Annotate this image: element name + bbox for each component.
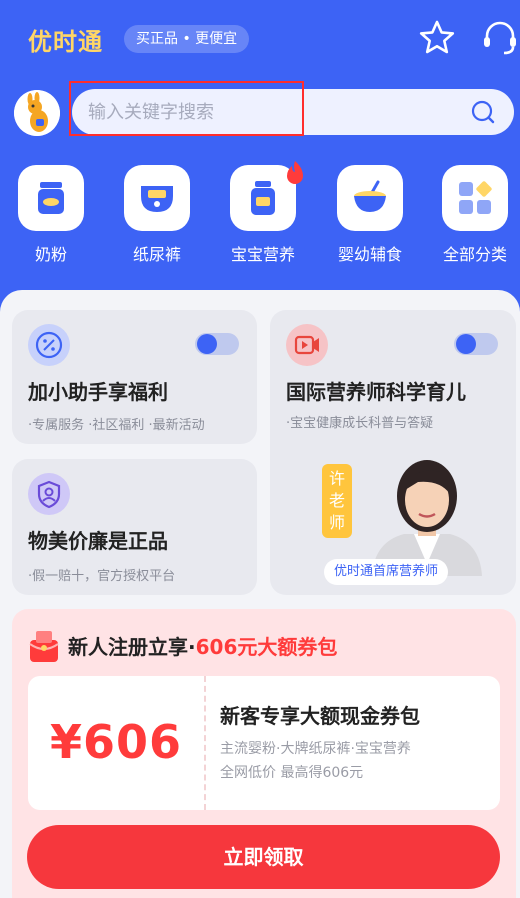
claim-button[interactable]: 立即领取 bbox=[27, 825, 500, 889]
card-title: 加小助手享福利 bbox=[28, 380, 168, 404]
coupon-title: 新客专享大额现金券包 bbox=[220, 704, 420, 728]
card-subtitle: ·假一赔十，官方授权平台 bbox=[28, 569, 176, 584]
brand-logo: 优时通 bbox=[28, 28, 103, 56]
card-title: 国际营养师科学育儿 bbox=[286, 380, 466, 404]
card-subtitle: ·宝宝健康成长科普与答疑 bbox=[286, 416, 434, 431]
category-label: 纸尿裤 bbox=[132, 245, 181, 264]
video-icon bbox=[286, 324, 328, 366]
coupon-divider bbox=[204, 676, 206, 810]
category-tile[interactable] bbox=[442, 165, 508, 231]
nutritionist-portrait bbox=[372, 460, 482, 576]
star-icon[interactable] bbox=[417, 18, 457, 58]
category-label: 宝宝营养 bbox=[230, 245, 295, 264]
diaper-icon bbox=[141, 186, 173, 212]
search-icon[interactable] bbox=[470, 99, 496, 125]
toggle-knob bbox=[197, 334, 217, 354]
headset-icon[interactable] bbox=[480, 18, 520, 58]
shield-user-icon bbox=[28, 473, 70, 515]
highlight-box bbox=[69, 81, 304, 136]
coupon-amount: ¥606 bbox=[50, 715, 183, 769]
category-label: 全部分类 bbox=[442, 245, 507, 264]
red-envelope-icon bbox=[29, 631, 59, 662]
card-title: 物美价廉是正品 bbox=[28, 529, 168, 553]
assistant-card[interactable]: 加小助手享福利 ·专属服务 ·社区福利 ·最新活动 bbox=[12, 310, 257, 444]
nutritionist-toggle[interactable] bbox=[454, 333, 498, 355]
baby-food-bowl-icon bbox=[354, 180, 386, 212]
category-label: 奶粉 bbox=[34, 245, 67, 264]
nutritionist-card[interactable]: 国际营养师科学育儿 ·宝宝健康成长科普与答疑 许 老 师 优时通首席营养师 bbox=[270, 310, 516, 595]
promo-title-prefix: 新人注册立享· bbox=[68, 635, 196, 659]
coupon-description: 全网低价 最高得606元 bbox=[220, 765, 364, 781]
teacher-name: 许 老 师 bbox=[328, 469, 345, 532]
card-subtitle: ·专属服务 ·社区福利 ·最新活动 bbox=[28, 418, 205, 433]
category-diapers[interactable]: 纸尿裤 bbox=[123, 165, 191, 265]
promo-title: 新人注册立享·606元大额券包 bbox=[68, 631, 337, 660]
teacher-name-tag: 许 老 师 bbox=[322, 464, 352, 538]
category-label: 婴幼辅食 bbox=[337, 245, 402, 264]
genuine-card[interactable]: 物美价廉是正品 ·假一赔十，官方授权平台 bbox=[12, 459, 257, 595]
category-all[interactable]: 全部分类 bbox=[441, 165, 509, 265]
category-milk-powder[interactable]: 奶粉 bbox=[17, 165, 85, 265]
flame-icon bbox=[287, 161, 303, 184]
category-tile[interactable] bbox=[337, 165, 403, 231]
category-tile[interactable] bbox=[124, 165, 190, 231]
category-tile[interactable] bbox=[18, 165, 84, 231]
assistant-toggle[interactable] bbox=[195, 333, 239, 355]
teacher-caption: 优时通首席营养师 bbox=[324, 559, 449, 585]
category-baby-food[interactable]: 婴幼辅食 bbox=[336, 165, 404, 265]
coupon-description: 主流婴粉·大牌纸尿裤·宝宝营养 bbox=[220, 741, 411, 757]
discount-badge-icon bbox=[28, 324, 70, 366]
grid-icon bbox=[459, 181, 492, 214]
avatar[interactable] bbox=[14, 90, 60, 136]
supplement-bottle-icon bbox=[251, 181, 275, 215]
slogan-badge: 买正品 • 更便宜 bbox=[124, 25, 250, 53]
milk-can-icon bbox=[38, 182, 64, 214]
promo-title-accent: 606元大额券包 bbox=[195, 635, 338, 659]
toggle-knob bbox=[456, 334, 476, 354]
